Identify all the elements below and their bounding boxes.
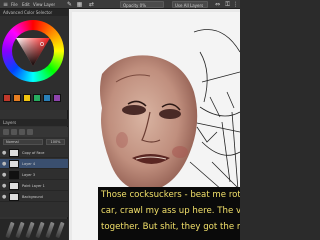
hue-ring[interactable] (2, 20, 64, 82)
layer-thumbnail (9, 182, 19, 190)
layer-row[interactable]: ● Layer 3 (0, 170, 68, 180)
add-layer-icon[interactable] (3, 129, 9, 135)
swatch[interactable] (43, 94, 51, 102)
layer-opacity-field[interactable]: 100% (46, 139, 65, 145)
swatch[interactable] (23, 94, 31, 102)
color-swatches (3, 94, 65, 106)
delete-layer-icon[interactable] (19, 129, 25, 135)
swatch[interactable] (53, 94, 61, 102)
color-selector[interactable] (0, 16, 68, 110)
layers-header: Layers (0, 119, 68, 126)
subtitle-line: Those cocksuckers - beat me rotten, (101, 190, 240, 200)
visibility-eye-icon[interactable]: ● (2, 151, 6, 156)
menu-file[interactable]: File (11, 1, 18, 8)
swatch[interactable] (3, 94, 11, 102)
subtitle-line: together. But shit, they got the mone (101, 222, 240, 232)
gradient-icon[interactable]: ▦ (76, 1, 83, 8)
layer-toolbar (0, 127, 68, 137)
pen-preset-icon[interactable] (55, 221, 65, 239)
top-toolbar: ≡ File Edit View Layer ✎ ▦ ⇄ Opacity 0% … (0, 0, 240, 9)
hue-ring-hole (12, 30, 54, 72)
docker-panel: Advanced Color Selector Layers Normal 10… (0, 9, 68, 240)
pen-preset-icon[interactable] (15, 221, 25, 239)
layer-thumbnail (9, 193, 19, 201)
color-selector-header: Advanced Color Selector (0, 9, 68, 16)
blend-mode-select[interactable]: Normal (3, 139, 43, 145)
reference-mode-select[interactable]: Use All Layers (172, 1, 208, 8)
layer-row[interactable]: ● Copy of Face (0, 148, 68, 158)
layer-name: Layer 4 (22, 162, 36, 166)
painted-face (100, 55, 198, 192)
layer-row[interactable]: ● Layer 4 (0, 159, 68, 169)
reference-mode-label: Use All Layers (175, 3, 204, 8)
saturation-triangle[interactable] (16, 36, 50, 66)
menu-layer[interactable]: Layer (44, 1, 55, 8)
mirror-icon[interactable]: ⇔ (214, 1, 221, 8)
layer-thumbnail (9, 171, 19, 179)
opacity-label: Opacity 0% (123, 3, 147, 8)
brush-presets-strip (0, 219, 68, 240)
brush-icon[interactable]: ✎ (66, 1, 73, 8)
swatch[interactable] (13, 94, 21, 102)
properties-icon[interactable] (27, 129, 33, 135)
layer-thumbnail (9, 160, 19, 168)
lock-icon[interactable]: ⚿ (224, 1, 231, 8)
visibility-eye-icon[interactable]: ● (2, 162, 6, 167)
layers-panel: Normal 100% ● Copy of Face ● Layer 4 ● Layer … (0, 127, 68, 217)
layer-name: Layer 3 (22, 173, 36, 177)
menu-view[interactable]: View (33, 1, 43, 8)
pen-preset-icon[interactable] (25, 221, 35, 239)
more-icon[interactable]: ⋮ (232, 1, 239, 8)
subtitle-box: Those cocksuckers - beat me rotten, car,… (98, 187, 240, 240)
layer-name: Background (22, 195, 43, 199)
visibility-eye-icon[interactable]: ● (2, 195, 6, 200)
layer-row[interactable]: ● Background (0, 192, 68, 202)
menu-icon[interactable]: ≡ (2, 1, 9, 8)
swap-colors-icon[interactable]: ⇄ (88, 1, 95, 8)
layer-name: Paint Layer 1 (22, 184, 45, 188)
visibility-eye-icon[interactable]: ● (2, 184, 6, 189)
layer-thumbnail (9, 149, 19, 157)
subtitle-line: car, crawl my ass up here. The vamp (101, 206, 240, 216)
layer-name: Copy of Face (22, 151, 45, 155)
visibility-eye-icon[interactable]: ● (2, 173, 6, 178)
pen-preset-icon[interactable] (45, 221, 55, 239)
pen-preset-icon[interactable] (35, 221, 45, 239)
duplicate-layer-icon[interactable] (11, 129, 17, 135)
menu-edit[interactable]: Edit (22, 1, 30, 8)
swatch[interactable] (33, 94, 41, 102)
lineart-figure (189, 29, 240, 191)
pen-preset-icon[interactable] (5, 221, 15, 239)
layer-row[interactable]: ● Paint Layer 1 (0, 181, 68, 191)
opacity-slider[interactable]: Opacity 0% (120, 1, 164, 8)
